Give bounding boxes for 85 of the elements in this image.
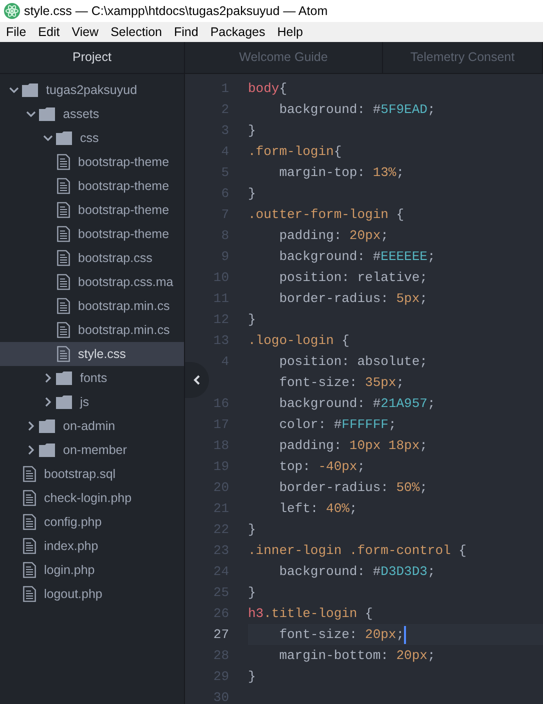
tree-item[interactable]: tugas2paksuyud — [0, 78, 184, 102]
tree-item[interactable]: bootstrap.sql — [0, 462, 184, 486]
code-line: h3.title-login { — [248, 605, 374, 623]
code-line: margin-bottom: 20px; — [278, 647, 436, 665]
code-line: background: #21A957; — [278, 395, 436, 413]
folder-icon — [39, 107, 55, 121]
code-line: top: -40px; — [278, 458, 366, 476]
file-icon — [23, 538, 36, 554]
file-icon — [57, 346, 70, 362]
code-line: .outter-form-login { — [248, 206, 406, 224]
menu-item[interactable]: File — [0, 22, 32, 42]
tree-item[interactable]: bootstrap.min.cs — [0, 294, 184, 318]
code-line: } — [248, 584, 257, 602]
tree-item[interactable]: bootstrap-theme — [0, 198, 184, 222]
chevron-icon — [193, 375, 201, 385]
file-icon — [57, 322, 70, 338]
folder-icon — [39, 443, 55, 457]
tree-item[interactable]: bootstrap-theme — [0, 150, 184, 174]
code-line: } — [248, 122, 257, 140]
code-line: } — [248, 521, 257, 539]
tree-item[interactable]: logout.php — [0, 582, 184, 606]
folder-icon — [22, 83, 38, 97]
code-line: background: #5F9EAD; — [278, 101, 436, 119]
file-icon — [57, 298, 70, 314]
code-line: .form-login{ — [248, 143, 343, 161]
code-line: border-radius: 50%; — [278, 479, 428, 497]
file-icon — [57, 250, 70, 266]
code-line: .inner-login .form-control { — [248, 542, 468, 560]
tree-item[interactable]: bootstrap-theme — [0, 174, 184, 198]
file-icon — [57, 274, 70, 290]
tree-item[interactable]: css — [0, 126, 184, 150]
menu-item[interactable]: Help — [271, 22, 309, 42]
code-line: left: 40%; — [278, 500, 358, 518]
menu-item[interactable]: View — [66, 22, 105, 42]
menu-item[interactable]: Edit — [32, 22, 66, 42]
file-icon — [57, 154, 70, 170]
menu-item[interactable]: Selection — [104, 22, 168, 42]
code-line: border-radius: 5px; — [278, 290, 428, 308]
file-icon — [23, 562, 36, 578]
tree-item[interactable]: on-admin — [0, 414, 184, 438]
tree-item[interactable]: fonts — [0, 366, 184, 390]
file-icon — [57, 202, 70, 218]
tree-item[interactable]: assets — [0, 102, 184, 126]
tree-item[interactable]: bootstrap-theme — [0, 222, 184, 246]
code-line: .logo-login { — [248, 332, 350, 350]
file-icon — [57, 178, 70, 194]
tree-item[interactable]: login.php — [0, 558, 184, 582]
collapse-button[interactable] — [185, 362, 209, 398]
menu-item[interactable]: Find — [168, 22, 204, 42]
code-line: } — [248, 185, 257, 203]
code-line: body{ — [248, 80, 288, 98]
tree-item[interactable]: check-login.php — [0, 486, 184, 510]
code-line: margin-top: 13%; — [278, 164, 406, 182]
code-line: position: absolute; — [278, 353, 428, 371]
file-icon — [23, 466, 36, 482]
menu-item[interactable]: Packages — [204, 22, 272, 42]
line-number: 27 — [213, 627, 229, 642]
folder-icon — [56, 371, 72, 385]
code-line: padding: 10px 18px; — [278, 437, 428, 455]
text-cursor — [404, 626, 406, 644]
file-icon — [23, 490, 36, 506]
code-line: background: #EEEEEE; — [278, 248, 436, 266]
code-line: padding: 20px; — [278, 227, 390, 245]
tree-item[interactable]: bootstrap.css — [0, 246, 184, 270]
app-icon — [4, 3, 20, 19]
tree-item[interactable]: config.php — [0, 510, 184, 534]
code-line: } — [248, 668, 257, 686]
code-line: position: relative; — [278, 269, 428, 287]
code-line: background: #D3D3D3; — [278, 563, 436, 581]
file-icon — [23, 586, 36, 602]
file-icon — [23, 514, 36, 530]
code-line: } — [248, 311, 257, 329]
file-icon — [57, 226, 70, 242]
window-title: style.css — C:\xampp\htdocs\tugas2paksuyud — Atom — [24, 2, 328, 20]
code-line: color: #FFFFFF; — [278, 416, 398, 434]
tree-item[interactable]: index.php — [0, 534, 184, 558]
folder-icon — [56, 131, 72, 145]
folder-icon — [56, 395, 72, 409]
code-line: font-size: 35px; — [278, 374, 406, 392]
tree-item[interactable]: js — [0, 390, 184, 414]
tree-item[interactable]: bootstrap.min.cs — [0, 318, 184, 342]
tree-item[interactable]: bootstrap.css.ma — [0, 270, 184, 294]
tree-item[interactable]: style.css — [0, 342, 184, 366]
tree-item[interactable]: on-member — [0, 438, 184, 462]
folder-icon — [39, 419, 55, 433]
